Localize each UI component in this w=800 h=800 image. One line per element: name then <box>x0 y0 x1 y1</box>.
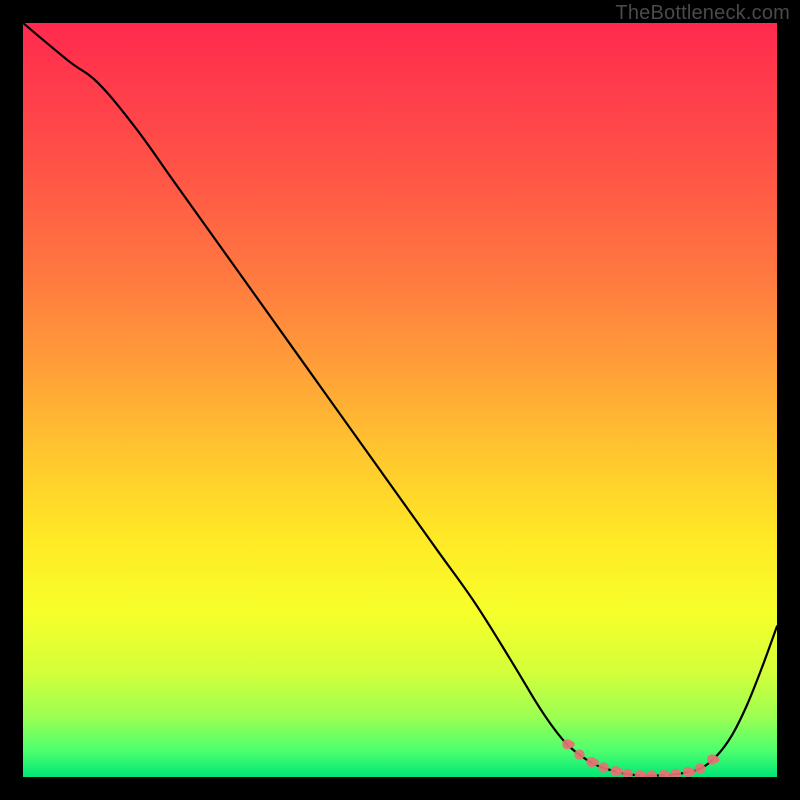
watermark: TheBottleneck.com <box>615 2 790 25</box>
curve-layer <box>23 23 777 777</box>
chart-canvas: TheBottleneck.com <box>0 0 800 800</box>
plot-area <box>23 23 777 777</box>
bottleneck-curve <box>23 23 777 776</box>
